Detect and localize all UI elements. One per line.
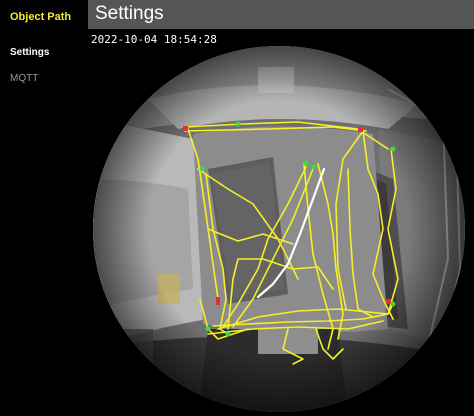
- camera-viewer: 2022-10-04 18:54:28: [88, 29, 474, 416]
- sidebar-item-mqtt[interactable]: MQTT: [10, 73, 38, 84]
- app-window: Object Path Settings MQTT Settings 2022-…: [0, 0, 474, 416]
- sidebar: Object Path Settings MQTT: [0, 0, 88, 416]
- timestamp: 2022-10-04 18:54:28: [91, 33, 217, 46]
- page-header: Settings: [88, 0, 474, 29]
- page-title: Settings: [95, 3, 164, 24]
- sidebar-title: Object Path: [10, 11, 72, 23]
- sidebar-item-settings[interactable]: Settings: [10, 47, 49, 58]
- fisheye-scene: [93, 46, 465, 412]
- fisheye-camera-image: [93, 46, 465, 412]
